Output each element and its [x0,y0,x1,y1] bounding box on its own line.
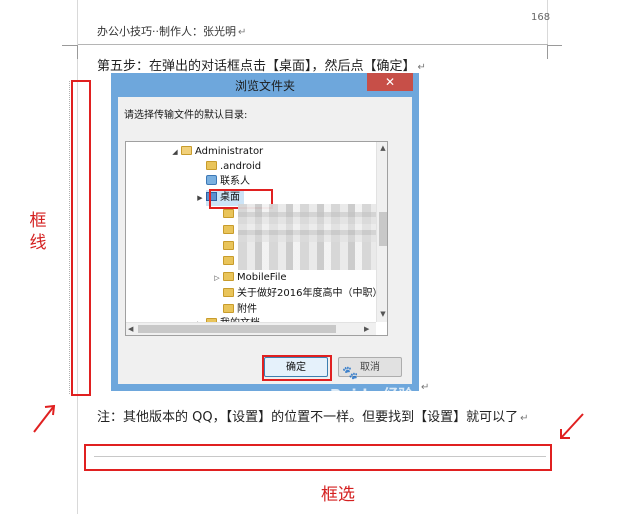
ok-highlight-box [262,355,332,381]
paragraph-mark: ↵ [417,62,426,73]
page-margin-line-right [547,0,548,46]
tree-item-contacts[interactable]: 联系人 [206,174,250,190]
dialog-prompt: 请选择传输文件的默认目录: [124,110,248,121]
tree-item-android[interactable]: .android [206,159,261,175]
vertical-scrollbar[interactable]: ▲ ▼ [376,142,387,322]
paragraph-mark: ↵ [421,382,430,393]
tree-item-notice-folder[interactable]: 关于做好2016年度高中（中职）教 [223,286,387,302]
arrow-right-icon [560,413,584,439]
folder-icon [223,272,234,281]
dialog-titlebar[interactable]: 浏览文件夹 ✕ [111,73,419,97]
dotted-guide-line [69,81,70,394]
tree-item-hidden[interactable] [223,207,234,223]
crop-mark [62,45,77,46]
dialog-body: 请选择传输文件的默认目录: ◢ Administrator .android 联… [118,97,413,404]
folder-icon [223,304,234,313]
note-paragraph: 注：其他版本的 QQ，【设置】的位置不一样。但要找到【设置】就可以了 ↵ [97,406,529,425]
scroll-right-icon[interactable]: ▶ [364,323,369,335]
crop-mark [547,45,562,46]
contacts-icon [206,175,217,185]
annotation-kuangxian: 框线 [29,211,47,253]
left-highlight-box [71,80,91,396]
note-text: 注：其他版本的 QQ，【设置】的位置不一样。但要找到【设置】就可以了 [97,410,519,425]
watermark-text: Baidu 经验 [330,386,414,404]
collapsed-arrow-icon[interactable]: ▷ [213,270,221,286]
scroll-up-icon[interactable]: ▲ [377,144,387,152]
folder-icon [181,146,192,155]
page-header: 办公小技巧··制作人：张光明 ↵ [97,23,246,39]
paragraph-mark: ↵ [520,413,529,424]
page-number: 168 [531,12,551,23]
annotation-kuangxuan: 框选 [321,485,355,505]
folder-icon [223,288,234,297]
tree-item-administrator[interactable]: ◢ Administrator [172,144,263,160]
selected-border-line [94,456,546,457]
folder-icon [223,241,234,250]
scroll-down-icon[interactable]: ▼ [377,310,387,318]
browse-folder-dialog: 浏览文件夹 ✕ 请选择传输文件的默认目录: ◢ Administrator .a… [111,73,419,404]
tree-item-hidden[interactable] [223,239,234,255]
horizontal-scroll-thumb[interactable] [138,325,336,333]
crop-mark [547,45,548,59]
folder-tree[interactable]: ◢ Administrator .android 联系人 ▶ 桌面 ▷ Mobi… [125,141,388,336]
tree-item-hidden[interactable] [223,254,234,270]
bottom-highlight-box [84,444,552,471]
header-text: 办公小技巧··制作人：张光明 [97,25,236,38]
baidu-paw-icon: 🐾 [342,366,359,381]
step-paragraph: 第五步：在弹出的对话框点击【桌面】，然后点【确定】 ↵ [97,55,426,74]
arrow-left-icon [33,404,56,433]
folder-icon [223,225,234,234]
horizontal-scrollbar[interactable]: ◀ ▶ [126,322,376,335]
close-button[interactable]: ✕ [367,73,413,91]
scroll-left-icon[interactable]: ◀ [128,323,133,335]
step-text: 第五步：在弹出的对话框点击【桌面】，然后点【确定】 [97,59,416,74]
vertical-scroll-thumb[interactable] [379,212,387,246]
collapsed-arrow-icon[interactable]: ▶ [196,190,204,206]
folder-icon [206,161,217,170]
expanded-arrow-icon[interactable]: ◢ [171,144,179,160]
folder-icon [223,256,234,265]
tree-item-hidden[interactable] [223,223,234,239]
tree-item-mobilefile[interactable]: ▷ MobileFile [214,270,287,286]
crop-mark [77,45,78,59]
blurred-region [238,212,382,242]
paragraph-mark: ↵ [238,27,247,38]
header-rule [78,44,548,45]
close-icon: ✕ [384,75,396,89]
folder-icon [223,209,234,218]
